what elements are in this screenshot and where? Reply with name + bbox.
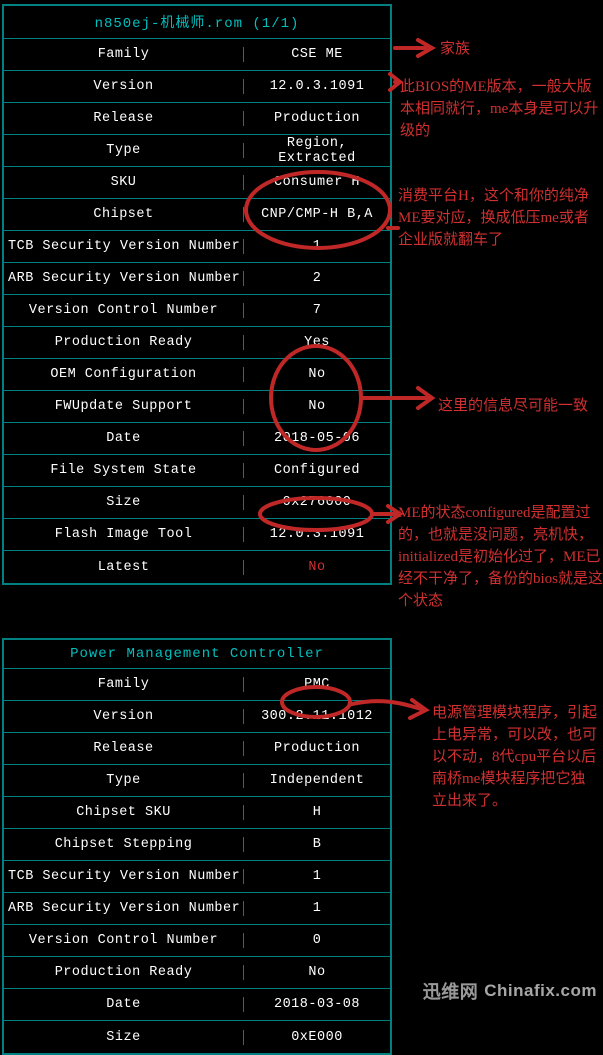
row-label: Production Ready <box>4 965 244 980</box>
row-value: CNP/CMP-H B,A <box>244 207 390 222</box>
row-label: ARB Security Version Number <box>4 901 244 916</box>
row-value: Yes <box>244 335 390 350</box>
pmc-row: TypeIndependent <box>4 765 390 797</box>
pmc-row: Chipset SKUH <box>4 797 390 829</box>
row-value: 0 <box>244 933 390 948</box>
pmc-info-table: Power Management Controller FamilyPMCVer… <box>2 638 392 1055</box>
me-row: TCB Security Version Number1 <box>4 231 390 263</box>
annotation-version: 此BIOS的ME版本，一般大版本相同就行，me本身是可以升级的 <box>400 76 600 142</box>
row-label: Version Control Number <box>4 303 244 318</box>
row-label: TCB Security Version Number <box>4 869 244 884</box>
row-value: Production <box>244 741 390 756</box>
row-label: File System State <box>4 463 244 478</box>
row-value: B <box>244 837 390 852</box>
row-value: 1 <box>244 901 390 916</box>
me-row: ARB Security Version Number2 <box>4 263 390 295</box>
watermark-zh: 迅维网 <box>423 978 479 1004</box>
row-value: 1 <box>244 869 390 884</box>
row-value: H <box>244 805 390 820</box>
row-value: PMC <box>244 677 390 692</box>
row-label: Production Ready <box>4 335 244 350</box>
me-row: Date2018-05-06 <box>4 423 390 455</box>
row-label: Size <box>4 1030 244 1045</box>
me-row: OEM ConfigurationNo <box>4 359 390 391</box>
row-label: Version <box>4 79 244 94</box>
row-value: 12.0.3.1091 <box>244 527 390 542</box>
me-info-table: n850ej-机械师.rom (1/1) FamilyCSE MEVersion… <box>2 4 392 585</box>
row-value: Configured <box>244 463 390 478</box>
pmc-row: Version300.2.11.1012 <box>4 701 390 733</box>
me-row: LatestNo <box>4 551 390 583</box>
pmc-row: ARB Security Version Number1 <box>4 893 390 925</box>
row-label: OEM Configuration <box>4 367 244 382</box>
row-value: 1 <box>244 239 390 254</box>
annotation-family: 家族 <box>440 38 470 60</box>
me-row: FWUpdate SupportNo <box>4 391 390 423</box>
row-label: Size <box>4 495 244 510</box>
row-value: Independent <box>244 773 390 788</box>
row-label: Family <box>4 677 244 692</box>
pmc-row: ReleaseProduction <box>4 733 390 765</box>
me-row: Production ReadyYes <box>4 327 390 359</box>
row-label: Flash Image Tool <box>4 527 244 542</box>
table1-header: n850ej-机械师.rom (1/1) <box>4 6 390 39</box>
row-label: Chipset <box>4 207 244 222</box>
me-row: Flash Image Tool12.0.3.1091 <box>4 519 390 551</box>
me-row: ReleaseProduction <box>4 103 390 135</box>
me-row: File System StateConfigured <box>4 455 390 487</box>
row-label: Family <box>4 47 244 62</box>
me-row: ChipsetCNP/CMP-H B,A <box>4 199 390 231</box>
pmc-row: Size0xE000 <box>4 1021 390 1053</box>
row-value: No <box>244 367 390 382</box>
row-label: TCB Security Version Number <box>4 239 244 254</box>
me-row: SKUConsumer H <box>4 167 390 199</box>
pmc-row: TCB Security Version Number1 <box>4 861 390 893</box>
row-label: Type <box>4 773 244 788</box>
row-value: 0x276000 <box>244 495 390 510</box>
pmc-row: Chipset SteppingB <box>4 829 390 861</box>
pmc-row: FamilyPMC <box>4 669 390 701</box>
row-value: No <box>244 399 390 414</box>
annotation-consistency: 这里的信息尽可能一致 <box>438 395 588 417</box>
row-label: Chipset Stepping <box>4 837 244 852</box>
row-label: ARB Security Version Number <box>4 271 244 286</box>
row-label: Latest <box>4 560 244 575</box>
watermark-domain: Chinafix.com <box>484 981 597 1001</box>
row-value: CSE ME <box>244 47 390 62</box>
row-value: Consumer H <box>244 175 390 190</box>
me-row: FamilyCSE ME <box>4 39 390 71</box>
table2-header: Power Management Controller <box>4 640 390 669</box>
row-value: Region, Extracted <box>244 136 390 166</box>
row-label: Version <box>4 709 244 724</box>
me-row: Version Control Number7 <box>4 295 390 327</box>
row-value: 300.2.11.1012 <box>244 709 390 724</box>
row-label: Date <box>4 431 244 446</box>
row-label: SKU <box>4 175 244 190</box>
annotation-configured: ME的状态configured是配置过的，也就是没问题，亮机快，initiali… <box>398 502 603 612</box>
row-value: No <box>244 965 390 980</box>
row-value: 2 <box>244 271 390 286</box>
pmc-row: Version Control Number0 <box>4 925 390 957</box>
pmc-row: Date2018-03-08 <box>4 989 390 1021</box>
row-label: Chipset SKU <box>4 805 244 820</box>
row-value: 2018-05-06 <box>244 431 390 446</box>
pmc-row: Production ReadyNo <box>4 957 390 989</box>
row-value: Production <box>244 111 390 126</box>
row-label: Version Control Number <box>4 933 244 948</box>
row-value: 7 <box>244 303 390 318</box>
row-value: No <box>244 560 390 575</box>
annotation-sku: 消费平台H，这个和你的纯净ME要对应，换成低压me或者企业版就翻车了 <box>398 185 603 251</box>
row-label: Release <box>4 741 244 756</box>
row-label: Type <box>4 143 244 158</box>
watermark: 迅维网 Chinafix.com <box>423 978 597 1004</box>
annotation-pmc: 电源管理模块程序，引起上电异常，可以改，也可以不动，8代cpu平台以后南桥me模… <box>432 702 597 812</box>
me-row: TypeRegion, Extracted <box>4 135 390 167</box>
row-value: 12.0.3.1091 <box>244 79 390 94</box>
row-label: Release <box>4 111 244 126</box>
row-value: 0xE000 <box>244 1030 390 1045</box>
row-label: FWUpdate Support <box>4 399 244 414</box>
me-row: Size0x276000 <box>4 487 390 519</box>
me-row: Version12.0.3.1091 <box>4 71 390 103</box>
